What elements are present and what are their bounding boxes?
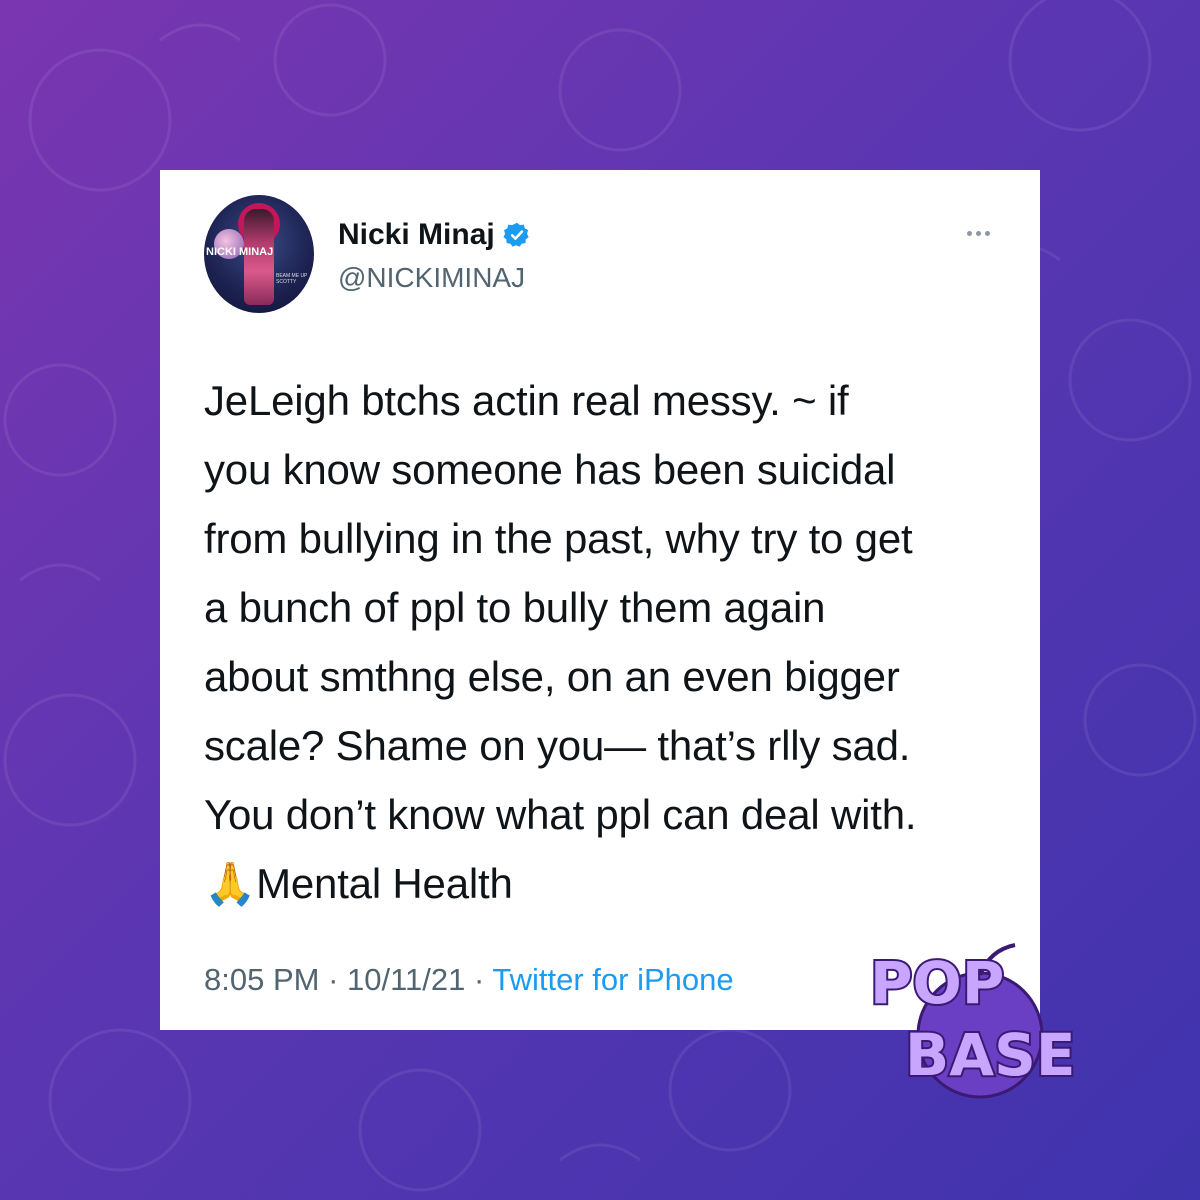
logo-line1: POP <box>870 949 1004 1017</box>
tweet-line: about smthng else, on an even bigger <box>204 653 900 700</box>
tweet-line: JeLeigh btchs actin real messy. ~ if <box>204 377 849 424</box>
tweet-line: You don’t know what ppl can deal with. <box>204 791 917 838</box>
tweet-card: NICKI MINAJ BEAM ME UP SCOTTY Nicki Mina… <box>160 170 1040 1030</box>
more-dot <box>966 230 972 236</box>
name-row: Nicki Minaj <box>338 218 531 252</box>
tweet-line: a bunch of ppl to bully them again <box>204 584 826 631</box>
user-handle[interactable]: @NICKIMINAJ <box>338 262 525 294</box>
meta-separator: · <box>319 962 348 997</box>
avatar[interactable]: NICKI MINAJ BEAM ME UP SCOTTY <box>204 195 314 313</box>
display-name[interactable]: Nicki Minaj <box>338 218 495 252</box>
tweet-date[interactable]: 10/11/21 <box>347 962 465 997</box>
tweet-time[interactable]: 8:05 PM <box>204 962 319 997</box>
tweet-line: 🙏Mental Health <box>204 860 513 907</box>
tweet-text: JeLeigh btchs actin real messy. ~ if you… <box>204 366 1024 918</box>
meta-separator: · <box>465 962 493 997</box>
tweet-meta: 8:05 PM · 10/11/21 · Twitter for iPhone <box>204 962 734 998</box>
more-dot <box>975 230 981 236</box>
more-dot <box>984 230 990 236</box>
avatar-text: NICKI MINAJ <box>206 246 274 258</box>
tweet-line: scale? Shame on you— that’s rlly sad. <box>204 722 911 769</box>
pop-base-logo: POP BASE <box>868 943 1078 1099</box>
tweet-source-link[interactable]: Twitter for iPhone <box>492 962 733 997</box>
tweet-line: from bullying in the past, why try to ge… <box>204 515 913 562</box>
logo-line2: BASE <box>905 1021 1076 1089</box>
avatar-small-text: BEAM ME UP SCOTTY <box>276 273 308 285</box>
verified-badge-icon <box>503 222 529 247</box>
tweet-line: you know someone has been suicidal <box>204 446 896 493</box>
more-options-button[interactable] <box>958 218 998 248</box>
